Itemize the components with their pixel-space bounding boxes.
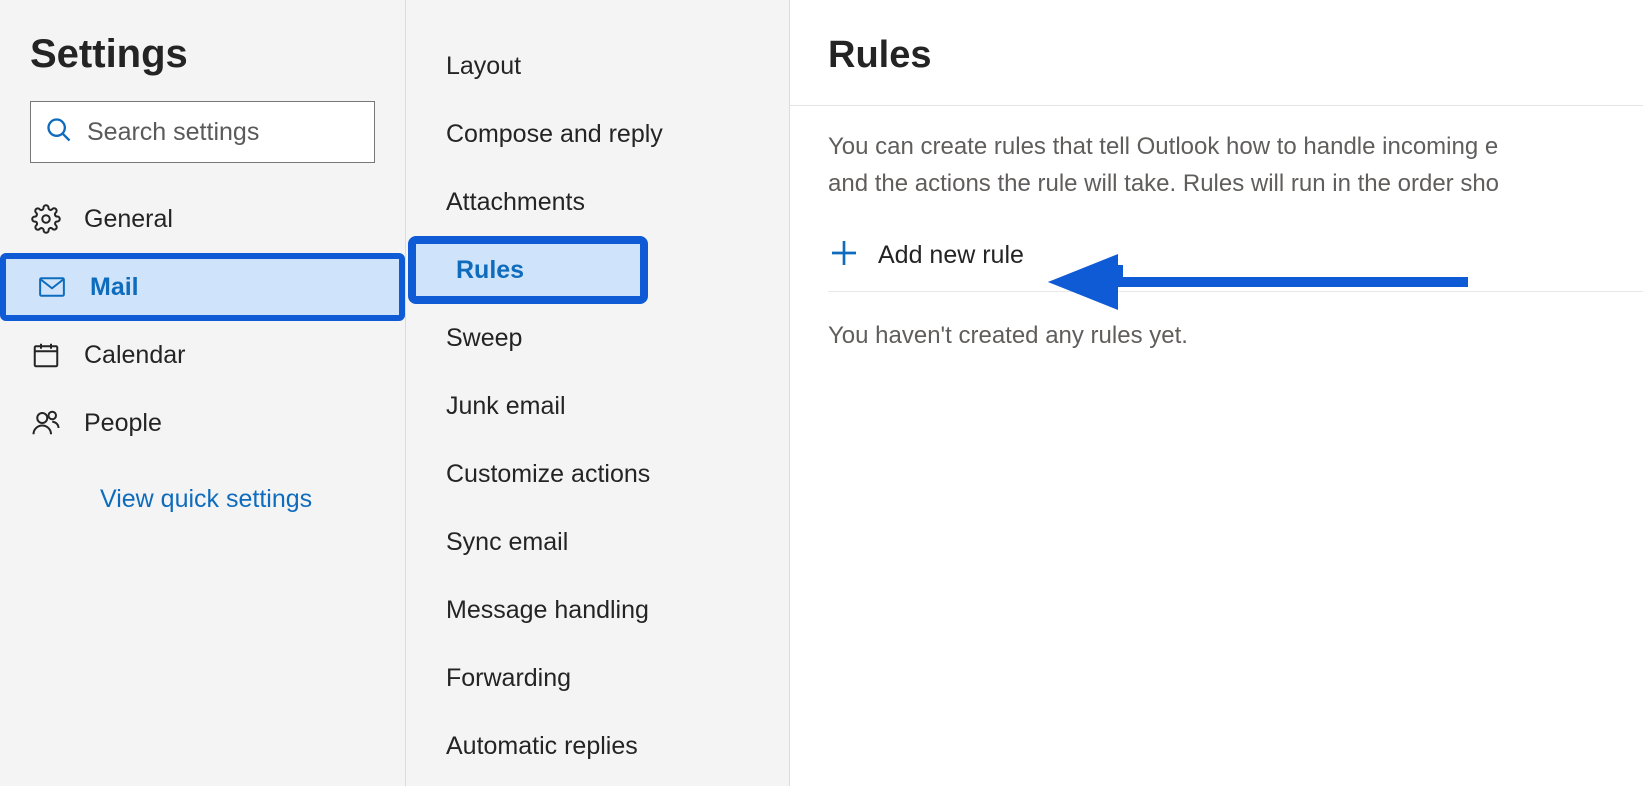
view-quick-settings-link[interactable]: View quick settings [0, 469, 405, 529]
gear-icon [30, 203, 62, 235]
rules-description-line1: You can create rules that tell Outlook h… [828, 133, 1498, 160]
subnav-item-sync-email[interactable]: Sync email [406, 508, 789, 576]
settings-nav: General Mail Calendar People [0, 185, 405, 457]
rules-title: Rules [828, 34, 1643, 105]
page-title: Settings [0, 32, 405, 101]
subnav-item-layout[interactable]: Layout [406, 32, 789, 100]
rules-panel: Rules You can create rules that tell Out… [790, 0, 1643, 786]
people-icon [30, 407, 62, 439]
sidebar-item-mail[interactable]: Mail [0, 253, 405, 321]
subnav-item-compose-reply[interactable]: Compose and reply [406, 100, 789, 168]
subnav-item-forwarding[interactable]: Forwarding [406, 644, 789, 712]
subnav-item-rules[interactable]: Rules [408, 236, 648, 304]
subnav-item-junk-email[interactable]: Junk email [406, 372, 789, 440]
sidebar-item-label: General [84, 205, 173, 234]
sidebar-item-label: Calendar [84, 341, 185, 370]
rules-description-line2: and the actions the rule will take. Rule… [828, 170, 1499, 197]
sidebar-item-people[interactable]: People [0, 389, 405, 457]
sidebar-item-label: People [84, 409, 162, 438]
mail-icon [36, 271, 68, 303]
rules-description: You can create rules that tell Outlook h… [828, 106, 1643, 220]
add-new-rule-label: Add new rule [878, 241, 1024, 270]
annotation-arrow [1048, 252, 1468, 316]
subnav-item-sweep[interactable]: Sweep [406, 304, 789, 372]
calendar-icon [30, 339, 62, 371]
sidebar-item-label: Mail [90, 273, 139, 302]
search-icon [45, 116, 87, 149]
subnav-item-automatic-replies[interactable]: Automatic replies [406, 712, 789, 780]
sidebar-item-calendar[interactable]: Calendar [0, 321, 405, 389]
subnav-item-attachments[interactable]: Attachments [406, 168, 789, 236]
plus-icon [828, 237, 860, 274]
mail-subnav: Layout Compose and reply Attachments Rul… [406, 0, 790, 786]
subnav-item-customize-actions[interactable]: Customize actions [406, 440, 789, 508]
search-input[interactable] [87, 118, 360, 147]
subnav-item-message-handling[interactable]: Message handling [406, 576, 789, 644]
search-input-wrapper[interactable] [30, 101, 375, 163]
sidebar-item-general[interactable]: General [0, 185, 405, 253]
settings-sidebar: Settings General Mail Calendar [0, 0, 406, 786]
